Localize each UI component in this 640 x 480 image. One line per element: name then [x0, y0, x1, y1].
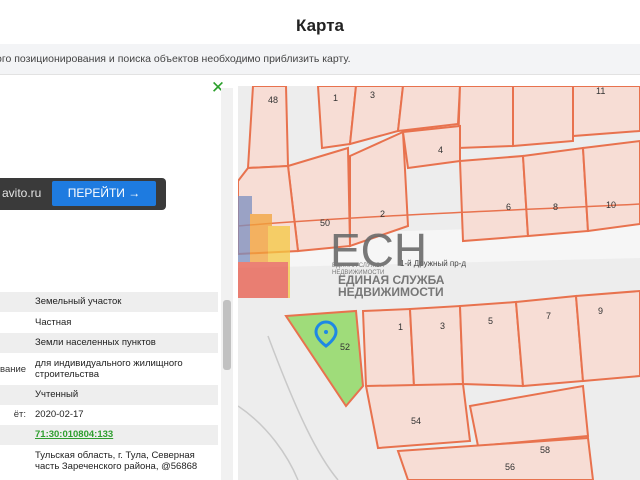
- parcel-number: 8: [553, 202, 558, 212]
- parcel-number: 1: [333, 93, 338, 103]
- side-panel-scrollbar[interactable]: [221, 88, 233, 480]
- parcel-number: 4: [438, 145, 443, 155]
- parcel-number: 5: [488, 316, 493, 326]
- scrollbar-thumb[interactable]: [223, 300, 231, 370]
- parcel-number: 48: [268, 95, 278, 105]
- parcel-number: 6: [506, 202, 511, 212]
- property-value: для индивидуального жилищного строительс…: [35, 358, 183, 380]
- property-value: Тульская область, г. Тула, Северная част…: [35, 450, 198, 472]
- parcel-number: 10: [606, 200, 616, 210]
- parcel-number: 3: [440, 321, 445, 331]
- go-button[interactable]: ПЕРЕЙТИ →: [52, 181, 156, 206]
- parcel-number: 3: [370, 90, 375, 100]
- property-value: Земли населенных пунктов: [35, 337, 156, 348]
- property-value: Частная: [35, 317, 72, 328]
- property-value: 2020-02-17: [35, 409, 84, 420]
- parcel-number: 7: [546, 311, 551, 321]
- parcel-number: 9: [598, 306, 603, 316]
- property-row-ownership: Частная: [0, 313, 218, 333]
- ad-domain: avito.ru: [2, 186, 42, 200]
- cadastral-number-link[interactable]: 71:30:010804:133: [35, 429, 113, 440]
- parcel-number: 11: [596, 86, 605, 96]
- watermark-tiny2: НЕДВИЖИМОСТИ: [332, 270, 384, 276]
- property-value: Учтенный: [35, 389, 79, 400]
- zoom-notice: ого позиционирования и поиска объектов н…: [0, 44, 640, 75]
- parcel-number: 56: [505, 462, 515, 472]
- property-row-category: Земли населенных пунктов: [0, 333, 218, 353]
- property-row-type: Земельный участок: [0, 292, 218, 312]
- page-title: Карта: [0, 0, 640, 44]
- parcel-number: 2: [380, 209, 385, 219]
- property-value: Земельный участок: [35, 296, 122, 307]
- zoom-notice-text: ого позиционирования и поиска объектов н…: [0, 53, 351, 65]
- property-row-usage: вание для индивидуального жилищного стро…: [0, 354, 218, 384]
- property-row-status: Учтенный: [0, 385, 218, 405]
- parcel-number: 1: [398, 322, 403, 332]
- parcel-number: 52: [340, 342, 350, 352]
- watermark-tiny1: ЕДИНАЯ СЛУЖБА: [332, 263, 384, 269]
- parcel-number: 54: [411, 416, 421, 426]
- property-row-address: Тульская область, г. Тула, Северная част…: [0, 446, 218, 476]
- watermark-line2: НЕДВИЖИМОСТИ: [338, 285, 444, 299]
- parcel-number: 58: [540, 445, 550, 455]
- cadastral-map[interactable]: 48 1 3 11 4 2 6 8 10 50 1 3 5 7 9 52 54 …: [238, 86, 640, 480]
- property-row-date: ёт: 2020-02-17: [0, 405, 218, 425]
- parcel-number: 50: [320, 218, 330, 228]
- property-row-cadastral: 71:30:010804:133: [0, 425, 218, 445]
